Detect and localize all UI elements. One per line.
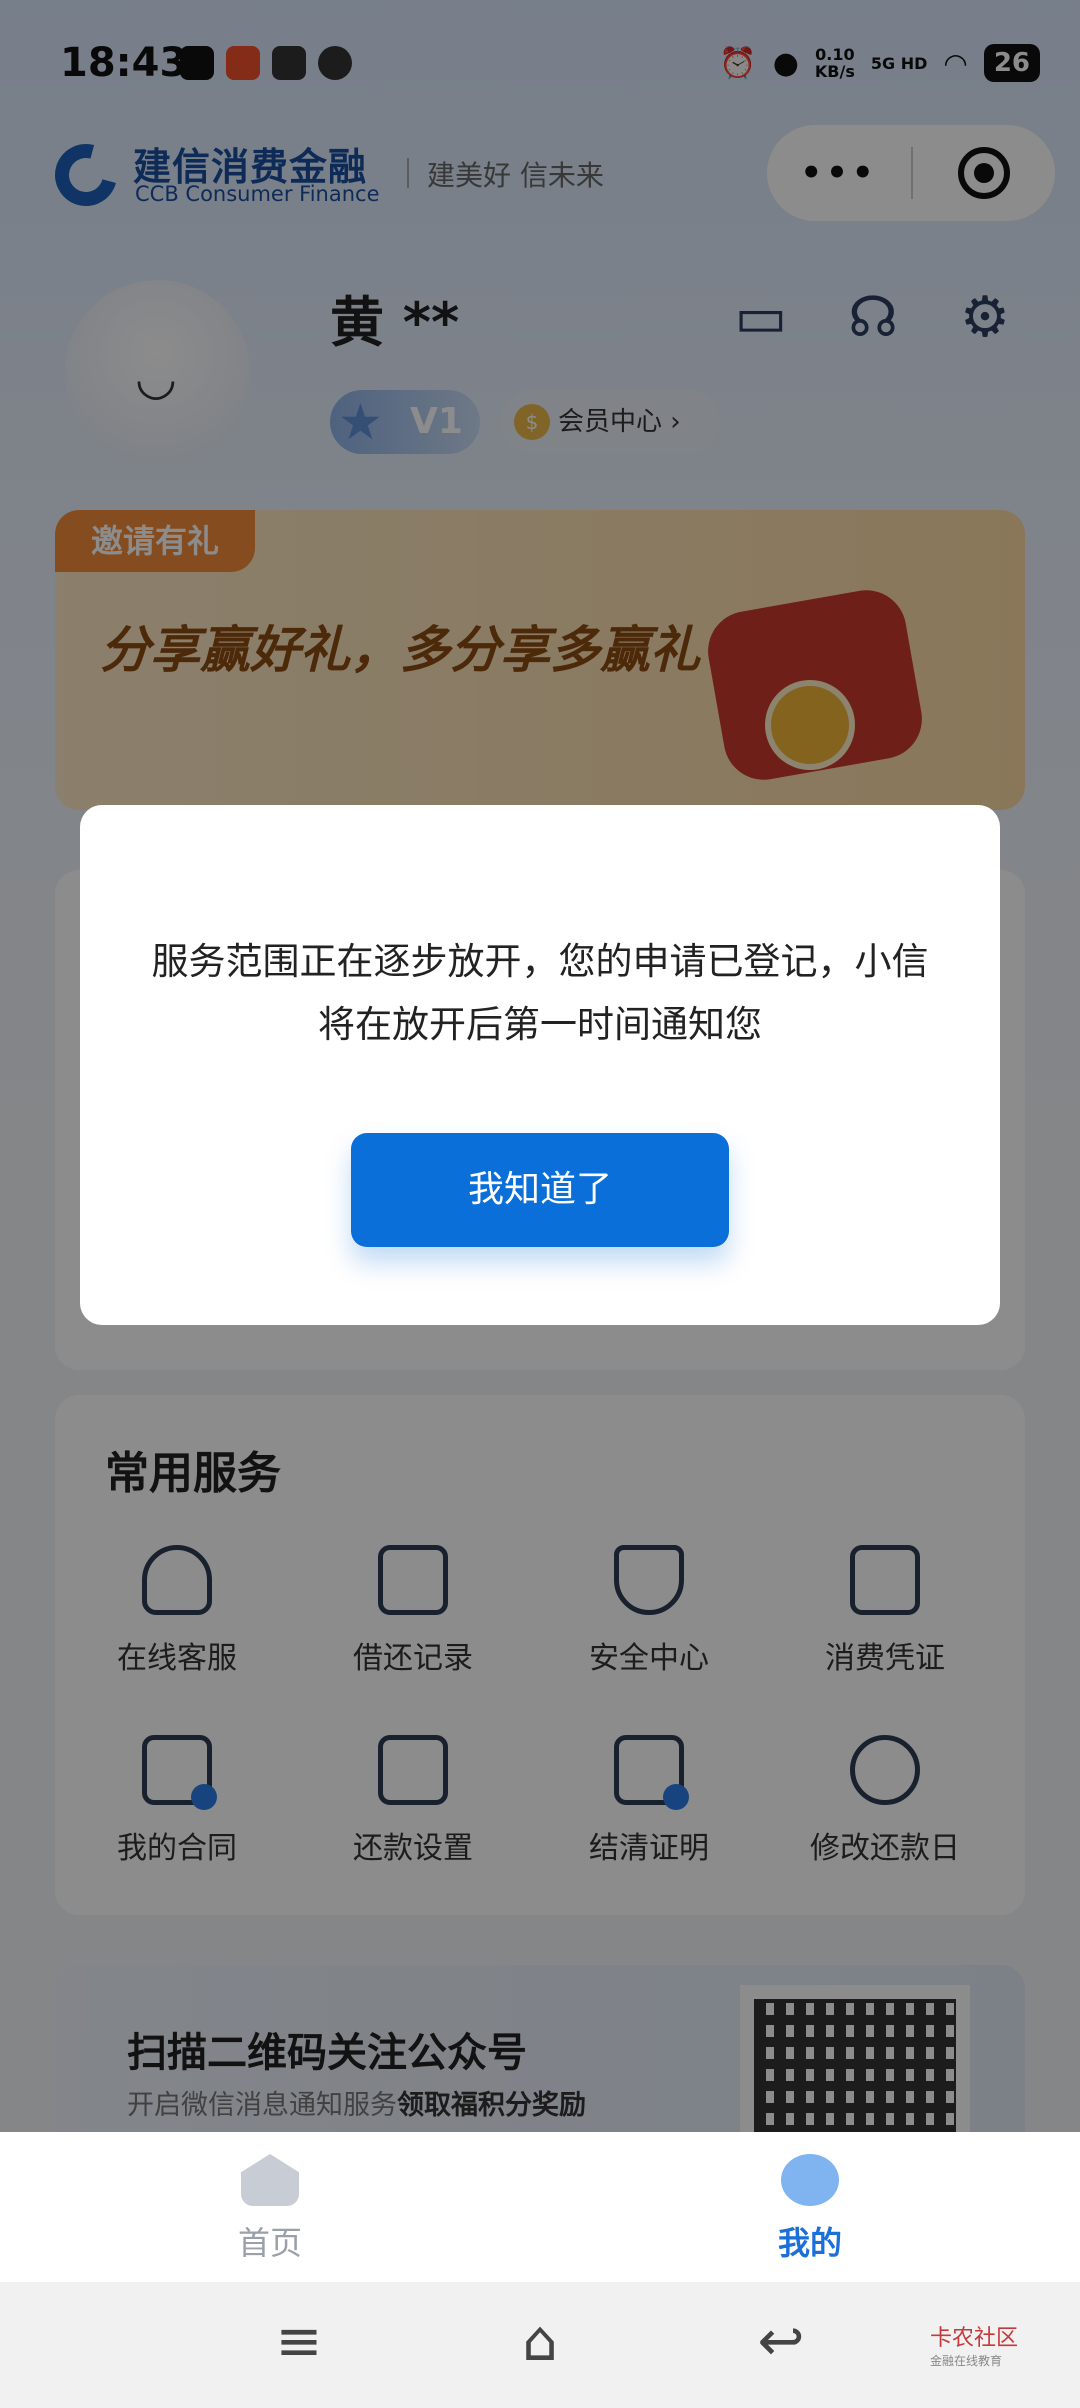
- watermark-logo: 卡农社区 金融在线教育: [929, 2326, 1018, 2368]
- back-icon[interactable]: ↩: [746, 2312, 816, 2372]
- menu-icon[interactable]: ≡: [264, 2312, 334, 2372]
- notice-dialog: 服务范围正在逐步放开，您的申请已登记，小信将在放开后第一时间通知您 我知道了: [80, 805, 1000, 1325]
- system-navigation-bar: ≡ ⌂ ↩ 卡农社区 金融在线教育: [0, 2282, 1080, 2408]
- home-tab-icon: [241, 2154, 299, 2206]
- dialog-message: 服务范围正在逐步放开，您的申请已登记，小信将在放开后第一时间通知您: [151, 940, 929, 1046]
- tab-mine[interactable]: 我的: [660, 2154, 960, 2264]
- acknowledge-button[interactable]: 我知道了: [351, 1133, 729, 1247]
- home-icon[interactable]: ⌂: [505, 2312, 575, 2372]
- mascot-tab-icon: [781, 2154, 839, 2206]
- tab-home[interactable]: 首页: [120, 2154, 420, 2264]
- bottom-tab-bar: 首页 我的: [0, 2132, 1080, 2282]
